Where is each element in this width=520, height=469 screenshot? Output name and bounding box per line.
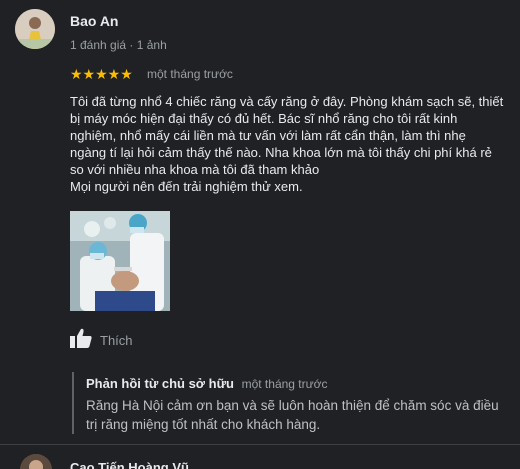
star-rating: ★★★★★	[70, 66, 133, 82]
review-line: so với nhiều nha khoa mà tôi đã tham khả…	[70, 162, 320, 177]
review-line: Tôi đã từng nhổ 4 chiếc răng và cấy răng…	[70, 94, 504, 109]
like-label: Thích	[100, 333, 133, 348]
reply-header: Phản hồi từ chủ sở hữu một tháng trước	[86, 376, 502, 392]
review-line: bị máy móc hiện đại thấy có đủ hết. Bác …	[70, 111, 458, 126]
review-divider	[0, 444, 520, 445]
review-photo[interactable]	[70, 211, 170, 311]
like-button[interactable]: Thích	[70, 328, 133, 353]
reviewer-name[interactable]: Bao An	[70, 13, 118, 29]
next-reviewer-name[interactable]: Cao Tiến Hoàng Vũ	[70, 460, 189, 469]
next-reviewer-avatar[interactable]	[20, 454, 52, 469]
reviewer-avatar[interactable]	[15, 9, 55, 49]
review-text: Tôi đã từng nhổ 4 chiếc răng và cấy răng…	[70, 93, 510, 195]
review-line: ngàng tí lại hỏi cảm thấy thế nào. Nha k…	[70, 145, 492, 160]
review-line: nghiệm, nhổ mấy cái liền mà tư vấn với l…	[70, 128, 466, 143]
review-time: một tháng trước	[147, 67, 233, 81]
reply-text: Răng Hà Nội cảm ơn bạn và sẽ luôn hoàn t…	[86, 398, 499, 432]
thumbs-up-icon	[70, 328, 92, 353]
review-line: Mọi người nên đến trải nghiệm thử xem.	[70, 179, 303, 194]
reply-author: Phản hồi từ chủ sở hữu	[86, 376, 234, 391]
reply-time: một tháng trước	[241, 377, 328, 391]
reviewer-meta: 1 đánh giá · 1 ảnh	[70, 38, 167, 52]
owner-reply: Phản hồi từ chủ sở hữu một tháng trước R…	[72, 372, 502, 434]
